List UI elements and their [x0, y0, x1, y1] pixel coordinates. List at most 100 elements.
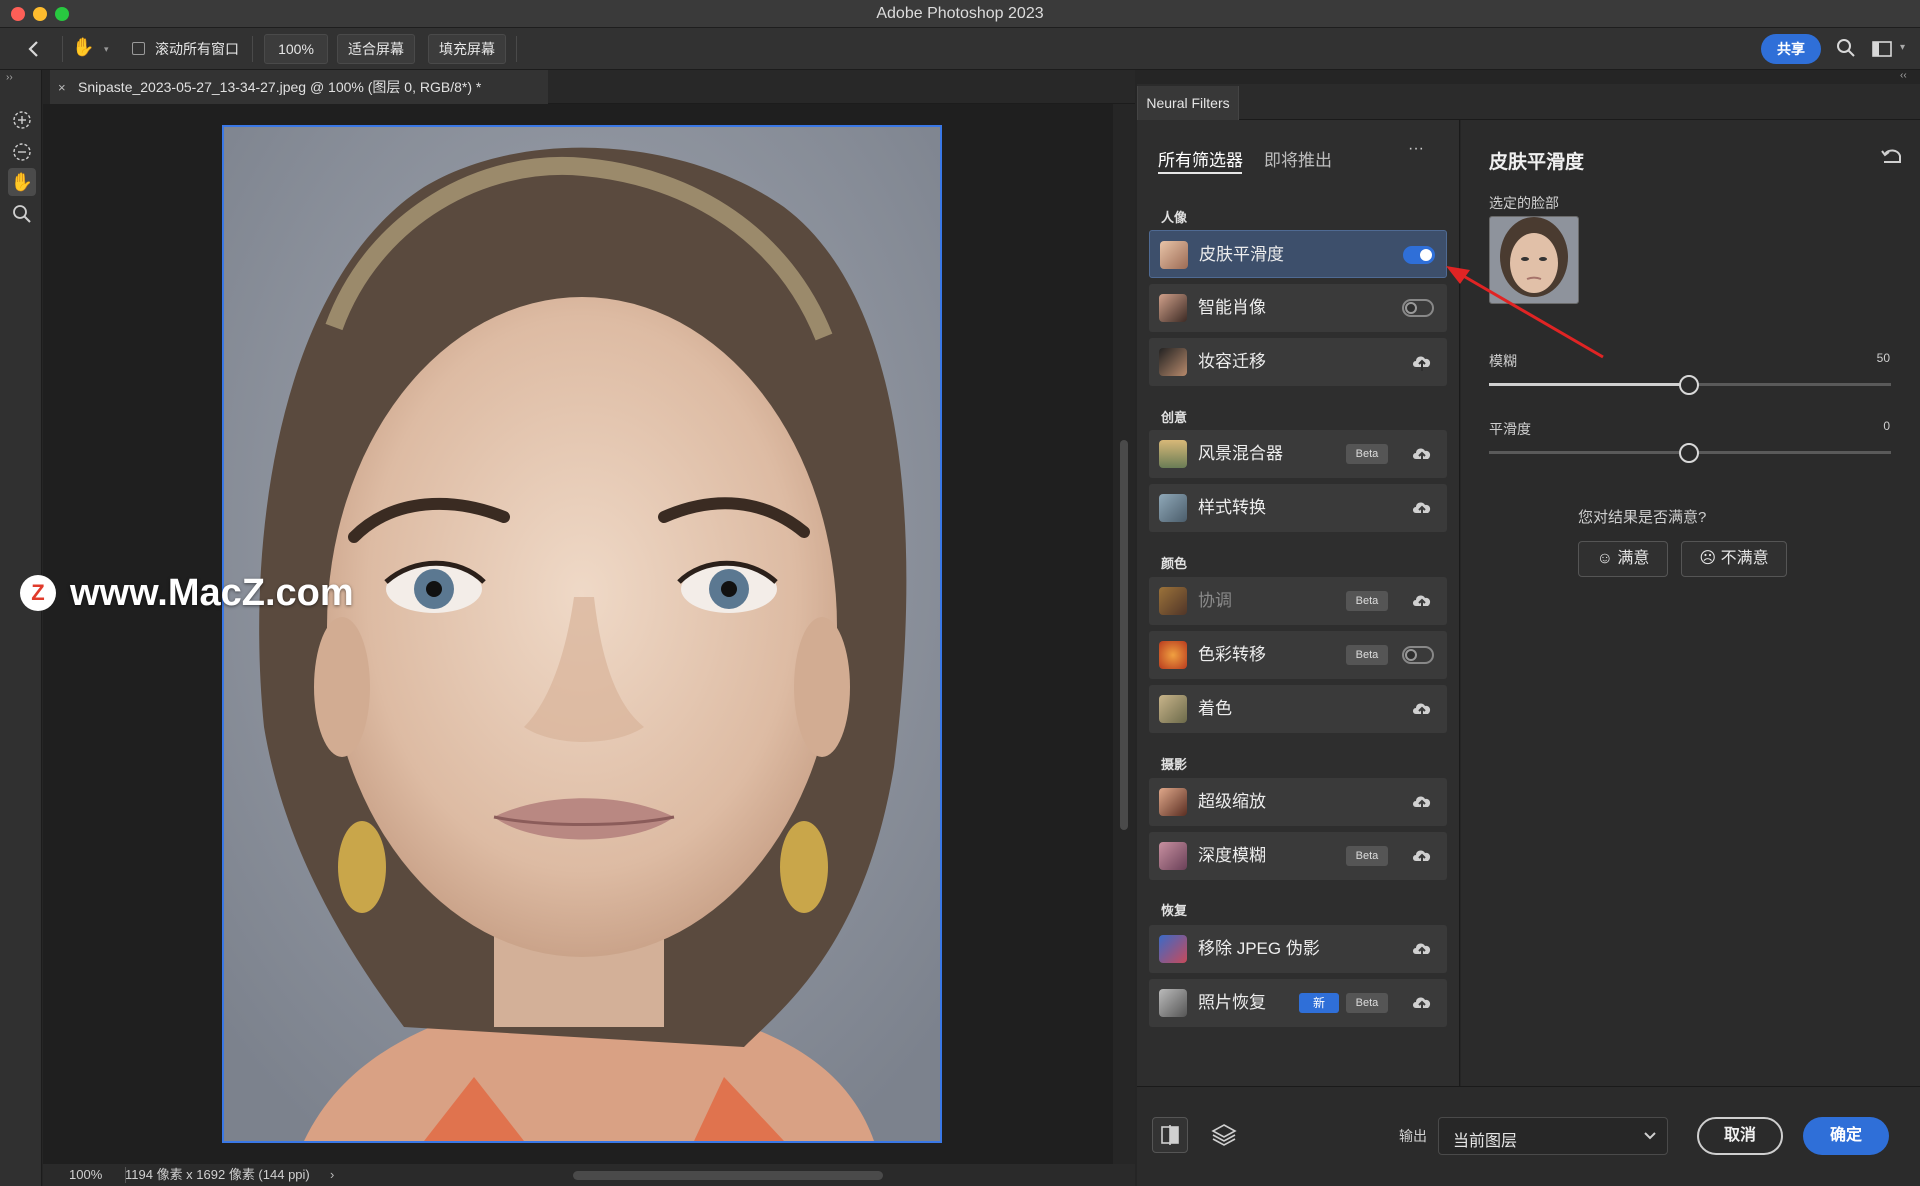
hand-tool-icon[interactable]: ✋ [72, 37, 96, 61]
chevron-right-icon[interactable]: › [330, 1164, 334, 1186]
before-after-icon[interactable] [1152, 1117, 1188, 1153]
zoom-window-button[interactable] [55, 7, 69, 21]
zoom-readout[interactable]: 100% [69, 1164, 102, 1186]
minimize-window-button[interactable] [33, 7, 47, 21]
divider [252, 36, 253, 62]
neural-filters-tab[interactable]: Neural Filters [1137, 86, 1239, 120]
toolbar [0, 70, 42, 1186]
fit-screen-button[interactable]: 适合屏幕 [337, 34, 415, 64]
slider-value[interactable]: 50 [1872, 351, 1890, 365]
collapse-arrows-icon[interactable]: ›› [6, 72, 13, 83]
filter-thumbnail [1159, 494, 1187, 522]
filter-row-landscape-mixer[interactable]: 风景混合器 Beta [1149, 430, 1447, 478]
face-select-subtract-icon[interactable] [8, 138, 36, 166]
filter-row-photo-restoration[interactable]: 照片恢复 新 Beta [1149, 979, 1447, 1027]
tab-all-filters[interactable]: 所有筛选器 [1158, 146, 1243, 171]
vertical-scroll-thumb[interactable] [1120, 440, 1128, 830]
beta-badge: Beta [1346, 591, 1388, 611]
cloud-download-icon[interactable] [1411, 993, 1433, 1013]
cloud-download-icon[interactable] [1411, 699, 1433, 719]
filter-toggle[interactable] [1402, 299, 1434, 317]
zoom-100-button[interactable]: 100% [264, 34, 328, 64]
filter-thumbnail [1160, 241, 1188, 269]
window-title: Adobe Photoshop 2023 [876, 5, 1044, 22]
satisfied-label: 满意 [1617, 550, 1650, 567]
document-tab[interactable]: Snipaste_2023-05-27_13-34-27.jpeg @ 100%… [50, 70, 548, 104]
zoom-tool-icon[interactable] [8, 200, 36, 228]
back-icon[interactable] [22, 36, 46, 62]
filter-row-skin-smoothing[interactable]: 皮肤平滑度 [1149, 230, 1447, 278]
blur-slider-fill [1489, 383, 1689, 386]
filter-label: 风景混合器 [1198, 444, 1283, 463]
filter-label: 超级缩放 [1198, 792, 1266, 811]
collapse-arrows-icon[interactable]: ‹‹ [1900, 70, 1907, 81]
feedback-question: 您对结果是否满意? [1578, 509, 1707, 526]
horizontal-scroll-thumb[interactable] [573, 1171, 883, 1180]
cloud-download-icon[interactable] [1411, 591, 1433, 611]
smile-icon: ☺ [1596, 550, 1613, 567]
filter-toggle[interactable] [1403, 246, 1435, 264]
filter-label: 移除 JPEG 伪影 [1198, 939, 1320, 958]
filter-row-depth-blur[interactable]: 深度模糊 Beta [1149, 832, 1447, 880]
slider-label: 平滑度 [1489, 421, 1531, 437]
scroll-all-label: 滚动所有窗口 [155, 41, 239, 57]
smoothness-slider-handle[interactable] [1679, 443, 1699, 463]
filter-row-style-transfer[interactable]: 样式转换 [1149, 484, 1447, 532]
filter-label: 协调 [1198, 591, 1232, 610]
cloud-download-icon[interactable] [1411, 939, 1433, 959]
beta-badge: Beta [1346, 993, 1388, 1013]
filter-label: 色彩转移 [1198, 645, 1266, 664]
fill-screen-button[interactable]: 填充屏幕 [428, 34, 506, 64]
slider-value[interactable]: 0 [1872, 419, 1890, 433]
chevron-down-icon[interactable]: ▾ [1900, 42, 1905, 53]
hand-tool-icon[interactable]: ✋ [8, 168, 36, 196]
filter-row-jpeg-artifacts[interactable]: 移除 JPEG 伪影 [1149, 925, 1447, 973]
face-select-add-icon[interactable] [8, 106, 36, 134]
cloud-download-icon[interactable] [1411, 498, 1433, 518]
cloud-download-icon[interactable] [1411, 352, 1433, 372]
filter-row-smart-portrait[interactable]: 智能肖像 [1149, 284, 1447, 332]
cloud-download-icon[interactable] [1411, 846, 1433, 866]
more-options-icon[interactable]: ··· [1408, 140, 1424, 158]
document-info[interactable]: 1194 像素 x 1692 像素 (144 ppi) [125, 1164, 310, 1186]
filter-row-super-zoom[interactable]: 超级缩放 [1149, 778, 1447, 826]
scroll-all-checkbox[interactable] [132, 42, 145, 55]
filter-label: 皮肤平滑度 [1199, 245, 1284, 264]
filter-row-colorize[interactable]: 着色 [1149, 685, 1447, 733]
filter-label: 着色 [1198, 699, 1232, 718]
frown-icon: ☹ [1699, 550, 1717, 567]
share-button[interactable]: 共享 [1761, 34, 1821, 64]
chevron-down-icon[interactable]: ▾ [104, 44, 109, 55]
output-select[interactable]: 当前图层 [1438, 1117, 1668, 1155]
reset-icon[interactable] [1880, 146, 1904, 168]
cancel-button[interactable]: 取消 [1697, 1117, 1783, 1155]
close-tab-icon[interactable]: × [58, 80, 66, 95]
filter-label: 妆容迁移 [1198, 352, 1266, 371]
satisfied-button[interactable]: ☺ 满意 [1578, 541, 1668, 577]
filter-thumbnail [1159, 587, 1187, 615]
divider [62, 36, 63, 62]
close-window-button[interactable] [11, 7, 25, 21]
blur-slider-handle[interactable] [1679, 375, 1699, 395]
filter-thumbnail [1159, 695, 1187, 723]
section-title-photography: 摄影 [1161, 757, 1188, 772]
layers-preview-icon[interactable] [1210, 1121, 1238, 1149]
beta-badge: Beta [1346, 846, 1388, 866]
section-title-restoration: 恢复 [1161, 903, 1188, 918]
ok-button[interactable]: 确定 [1803, 1117, 1889, 1155]
filter-settings-title: 皮肤平滑度 [1489, 152, 1585, 173]
search-icon[interactable] [1836, 38, 1856, 58]
tab-coming-soon[interactable]: 即将推出 [1264, 146, 1332, 171]
filter-row-color-transfer[interactable]: 色彩转移 Beta [1149, 631, 1447, 679]
filter-toggle[interactable] [1402, 646, 1434, 664]
workspace-icon[interactable] [1872, 40, 1894, 58]
cloud-download-icon[interactable] [1411, 444, 1433, 464]
section-title-portrait: 人像 [1161, 210, 1188, 225]
filter-thumbnail [1159, 788, 1187, 816]
document-tab-title: Snipaste_2023-05-27_13-34-27.jpeg @ 100%… [78, 79, 482, 95]
filter-thumbnail [1159, 348, 1187, 376]
cloud-download-icon[interactable] [1411, 792, 1433, 812]
unsatisfied-button[interactable]: ☹ 不满意 [1681, 541, 1787, 577]
filter-row-harmonization[interactable]: 协调 Beta [1149, 577, 1447, 625]
filter-row-makeup-transfer[interactable]: 妆容迁移 [1149, 338, 1447, 386]
